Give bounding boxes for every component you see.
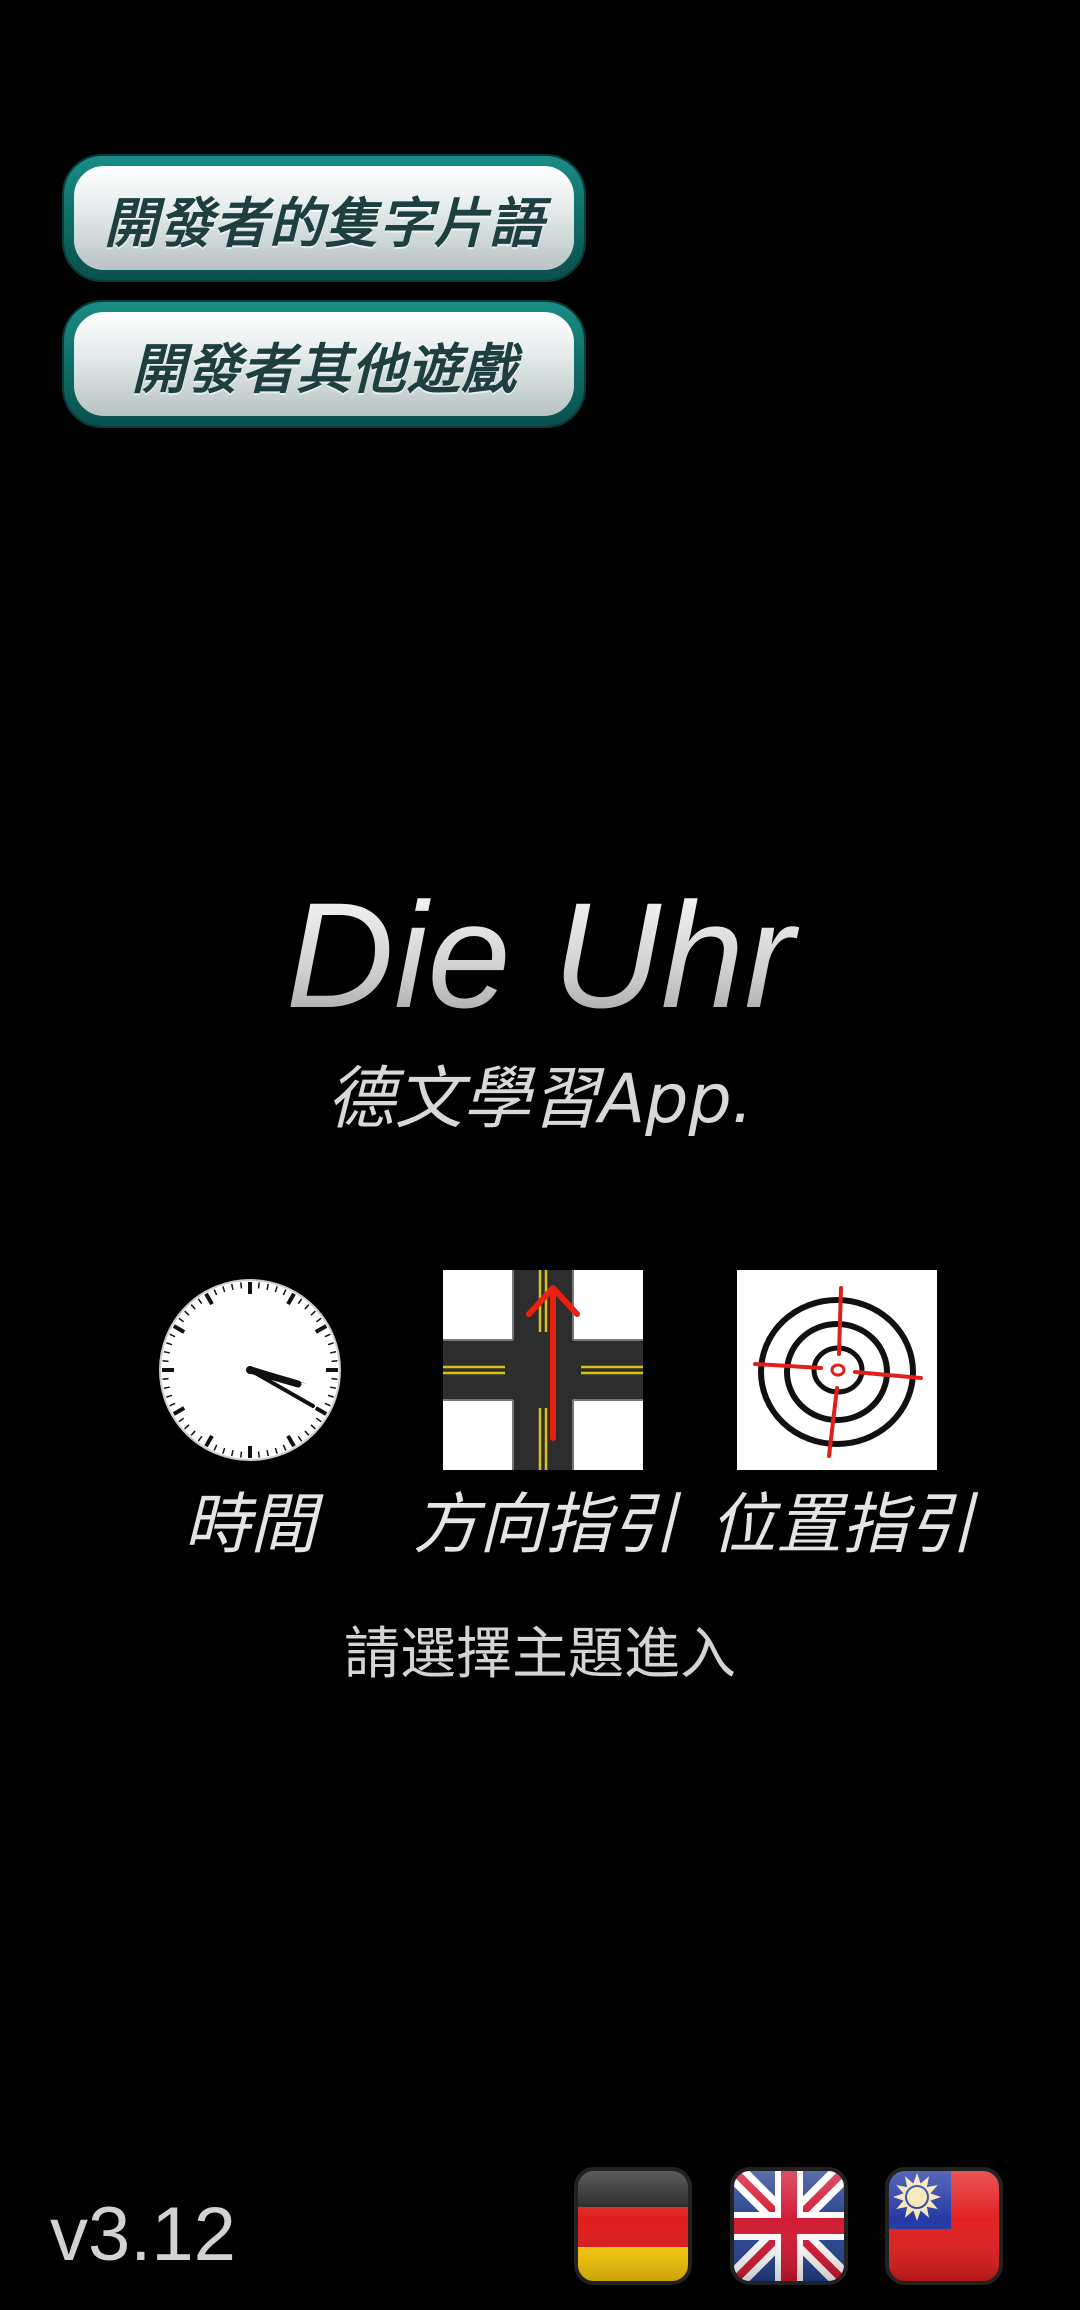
topic-time-label[interactable]: 時間 (150, 1480, 350, 1570)
developer-phrases-label: 開發者的隻字片語 (104, 191, 544, 255)
choose-topic-hint: 請選擇主題進入 (344, 1622, 736, 1687)
taiwan-flag-icon (885, 2167, 1003, 2285)
clock-icon (159, 1279, 341, 1461)
version-label: v3.12 (50, 2192, 236, 2277)
topic-position-label[interactable]: 位置指引 (702, 1480, 982, 1570)
language-german-button[interactable] (572, 2165, 694, 2287)
topic-time-button[interactable] (150, 1270, 350, 1470)
app-title: Die Uhr (0, 870, 1080, 1040)
topic-direction-label[interactable]: 方向指引 (405, 1480, 685, 1570)
topic-position-button[interactable] (737, 1270, 937, 1470)
target-crosshair-icon (737, 1270, 937, 1470)
topic-direction-button[interactable] (443, 1270, 643, 1470)
developer-phrases-button-face: 開發者的隻字片語 (74, 166, 574, 270)
developer-games-label: 開發者其他遊戲 (131, 337, 517, 401)
language-english-button[interactable] (728, 2165, 850, 2287)
intersection-arrow-icon (443, 1270, 643, 1470)
main-screen: 開發者的隻字片語 開發者其他遊戲 Die Uhr 德文學習App. 時間 方向指… (0, 0, 1080, 2310)
developer-games-button-face: 開發者其他遊戲 (74, 312, 574, 416)
language-chinese-button[interactable] (883, 2165, 1005, 2287)
uk-flag-icon (730, 2167, 848, 2285)
developer-phrases-button[interactable]: 開發者的隻字片語 (64, 156, 584, 280)
germany-flag-icon (574, 2167, 692, 2285)
developer-games-button[interactable]: 開發者其他遊戲 (64, 302, 584, 426)
app-subtitle: 德文學習App. (326, 1060, 754, 1139)
